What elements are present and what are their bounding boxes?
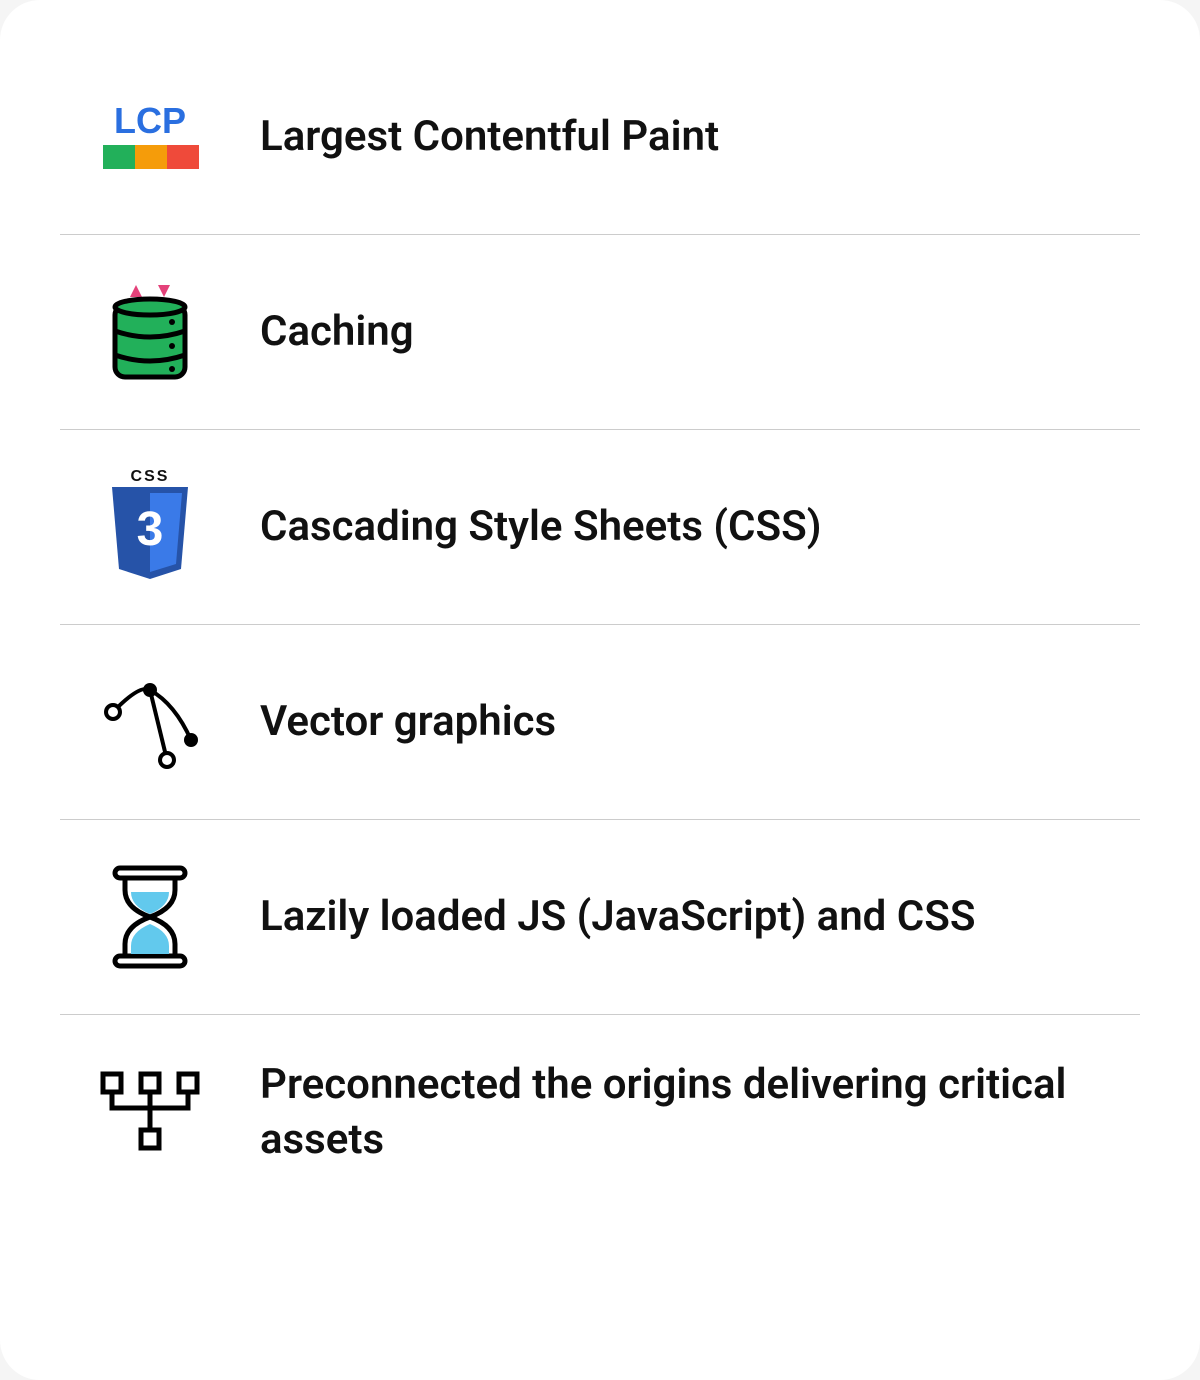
svg-text:CSS: CSS <box>131 468 170 485</box>
list-item-label: Cascading Style Sheets (CSS) <box>240 500 1140 555</box>
caching-icon <box>60 277 240 387</box>
hourglass-icon <box>60 862 240 972</box>
list-item: Lazily loaded JS (JavaScript) and CSS <box>60 820 1140 1015</box>
list-item-label: Caching <box>240 305 1140 360</box>
preconnect-icon <box>60 1068 240 1158</box>
list-item-label: Preconnected the origins delivering crit… <box>240 1058 1140 1167</box>
css-icon: CSS 3 <box>60 467 240 587</box>
list-item: Preconnected the origins delivering crit… <box>60 1015 1140 1210</box>
list-item: Vector graphics <box>60 625 1140 820</box>
list-item-label: Largest Contentful Paint <box>240 110 1140 165</box>
feature-list-card: LCP Largest Contentful Paint <box>0 0 1200 1380</box>
list-item-label: Vector graphics <box>240 695 1140 750</box>
svg-text:3: 3 <box>137 503 164 556</box>
lcp-icon: LCP <box>60 97 240 177</box>
vector-icon <box>60 672 240 772</box>
list-item: LCP Largest Contentful Paint <box>60 40 1140 235</box>
svg-text:LCP: LCP <box>114 100 186 141</box>
list-item: Caching <box>60 235 1140 430</box>
list-item: CSS 3 Cascading Style Sheets (CSS) <box>60 430 1140 625</box>
list-item-label: Lazily loaded JS (JavaScript) and CSS <box>240 890 1140 945</box>
